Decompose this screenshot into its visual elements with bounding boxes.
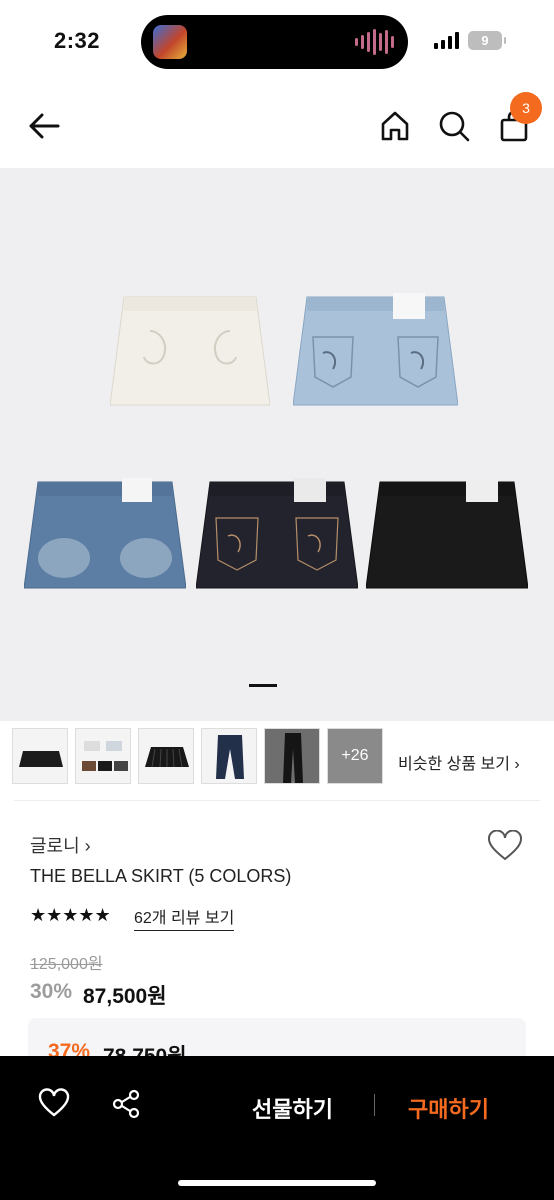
bottom-action-bar: 선물하기 구매하기 <box>0 1056 554 1200</box>
rating-stars: ★★★★★ <box>30 905 111 925</box>
dynamic-island <box>141 15 408 69</box>
status-time: 2:32 <box>54 28 101 53</box>
home-indicator[interactable] <box>178 1180 376 1186</box>
thumbnail-set[interactable] <box>75 728 131 784</box>
sale-price: 87,500원 <box>83 985 167 1008</box>
wishlist-heart-icon[interactable] <box>487 829 523 867</box>
product-title: THE BELLA SKIRT (5 COLORS) <box>30 866 292 886</box>
product-image-carousel[interactable] <box>0 168 554 721</box>
black-skirt-image <box>366 478 528 589</box>
thumbnail-jeans[interactable] <box>201 728 257 784</box>
battery-icon: 9 <box>468 31 506 50</box>
light-denim-skirt-image <box>293 293 458 406</box>
gift-button[interactable]: 선물하기 <box>252 1092 333 1124</box>
similar-products-link[interactable]: 비슷한 상품 보기 › <box>398 750 520 774</box>
section-divider <box>14 800 540 801</box>
button-divider <box>374 1094 375 1116</box>
audio-wave-icon <box>355 29 394 55</box>
buy-button[interactable]: 구매하기 <box>408 1092 489 1124</box>
cellular-signal-icon <box>434 32 459 49</box>
review-link[interactable]: 62개 리뷰 보기 <box>134 904 235 931</box>
discount-rate: 30% <box>30 980 73 1003</box>
cart-count-badge: 3 <box>510 92 542 124</box>
original-price: 125,000원 <box>30 956 103 973</box>
search-icon[interactable] <box>436 108 472 144</box>
home-icon[interactable] <box>377 108 413 144</box>
more-thumbnails-button[interactable]: +26 <box>327 728 383 784</box>
back-arrow-icon[interactable] <box>26 108 62 144</box>
ivory-skirt-image <box>110 296 270 406</box>
thumbnail-model-pants[interactable] <box>264 728 320 784</box>
thumbnail-black[interactable] <box>12 728 68 784</box>
carousel-page-indicator <box>249 684 277 687</box>
status-bar: 2:32 9 <box>0 0 554 84</box>
dark-denim-skirt-image <box>196 478 358 589</box>
app-header <box>0 84 554 168</box>
mid-denim-skirt-image <box>24 478 186 589</box>
heart-icon[interactable] <box>38 1088 70 1123</box>
color-thumbnail-strip: +26 <box>12 728 383 790</box>
share-icon[interactable] <box>110 1088 142 1125</box>
now-playing-artwork <box>153 25 187 59</box>
thumbnail-pleated[interactable] <box>138 728 194 784</box>
brand-link[interactable]: 글로니 › <box>30 832 91 858</box>
